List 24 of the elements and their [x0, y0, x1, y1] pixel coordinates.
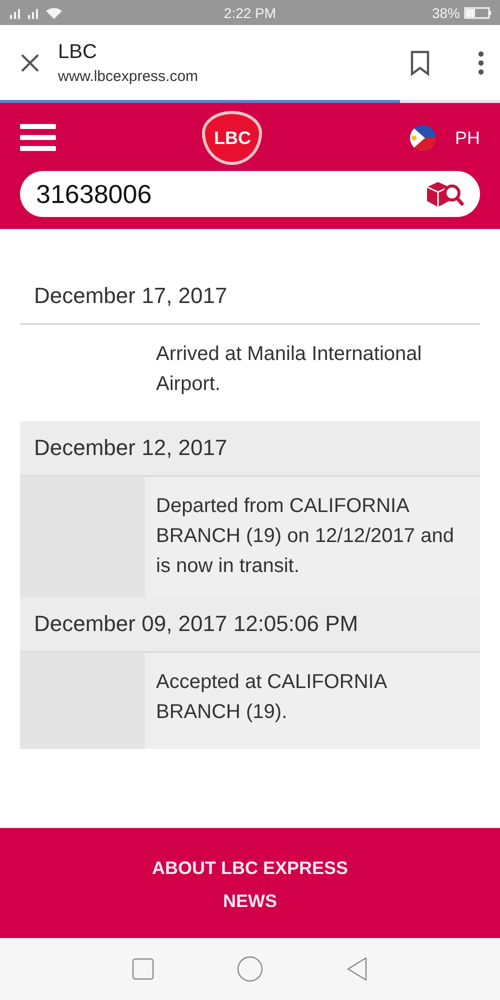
tracking-event: Arrived at Manila International Airport.: [155, 342, 423, 397]
package-search-icon[interactable]: [424, 179, 466, 209]
lbc-logo[interactable]: LBC: [202, 111, 262, 165]
battery-icon: [464, 6, 492, 18]
tracking-event: Departed from CALIFORNIA BRANCH (19) on 12/12/2017 and is now in transit.: [155, 494, 455, 579]
close-icon[interactable]: [20, 52, 40, 72]
tracking-event: Accepted at CALIFORNIA BRANCH (19).: [155, 670, 388, 725]
tracking-date: December 09, 2017 12:05:06 PM: [20, 597, 480, 653]
recent-apps-icon[interactable]: [132, 958, 154, 980]
page-title: LBC: [58, 40, 98, 64]
home-icon[interactable]: [236, 956, 263, 982]
page-url: www.lbcexpress.com: [58, 68, 200, 84]
flag-icon[interactable]: [408, 124, 437, 152]
bookmark-icon[interactable]: [410, 50, 430, 76]
back-icon[interactable]: [346, 957, 368, 981]
tracking-date: December 12, 2017: [20, 421, 480, 477]
footer-link[interactable]: ABOUT LBC EXPRESS: [152, 858, 348, 879]
status-time: 2:22 PM: [224, 4, 276, 20]
menu-icon[interactable]: [20, 123, 56, 153]
battery-level: 38%: [432, 4, 460, 20]
country-code[interactable]: PH: [454, 128, 480, 148]
tracking-search-field[interactable]: 31638006: [20, 171, 480, 217]
more-icon[interactable]: [478, 50, 484, 74]
footer-link[interactable]: NEWS: [223, 891, 277, 912]
